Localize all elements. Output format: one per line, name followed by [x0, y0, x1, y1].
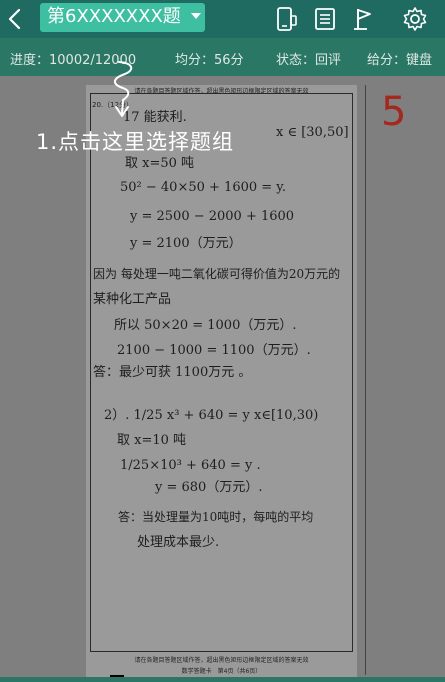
answer-line: 某种化工产品: [93, 292, 172, 307]
input-mode-text: 给分：键盘: [367, 53, 433, 68]
answer-line: 50² − 40×50 + 1600 = y.: [120, 180, 287, 195]
answer-line: 所以 50×20 = 1000（万元）.: [114, 318, 297, 333]
caret-down-icon: [191, 13, 201, 19]
page-label: 数学答题卡 第4页（共6页）: [181, 668, 262, 675]
marking-state-text: 状态：回评: [276, 53, 342, 68]
document-icon: [315, 8, 335, 30]
bottom-bar: [0, 677, 445, 682]
question-selector-label: 第6XXXXXXX题: [47, 6, 181, 27]
question-selector-dropdown[interactable]: 第6XXXXXXX题: [40, 3, 205, 32]
answer-line: 因为 每处理一吨二氧化碳可得价值为20万元的: [93, 267, 341, 281]
chevron-left-icon: [8, 8, 21, 30]
answer-line: 答：当处理量为10吨时，每吨的平均: [118, 510, 314, 524]
answer-line: 处理成本最少.: [137, 535, 220, 550]
document-button[interactable]: [311, 5, 339, 33]
average-score-text: 均分：56分: [175, 53, 244, 68]
answer-line: 取 x=50 吨: [125, 156, 195, 171]
score-divider: [365, 85, 366, 675]
answer-line: y = 2500 − 2000 + 1600: [130, 209, 295, 224]
score-value: 5: [381, 89, 407, 135]
top-bar: 第6XXXXXXX题: [0, 0, 445, 38]
answer-line: y = 2100（万元）: [130, 236, 242, 251]
status-bar: 进度：10002/12000 均分：56分 状态：回评 给分：键盘: [0, 38, 445, 76]
answer-line: 答：最少可获 1100万元 。: [93, 365, 252, 380]
gear-icon: [403, 7, 427, 31]
phone-icon: [277, 7, 297, 31]
answer-line: 2100 − 1000 = 1100（万元）.: [117, 343, 311, 358]
answer-line: y = 680（万元）.: [155, 480, 263, 495]
flag-icon: [354, 9, 371, 30]
phone-mode-button[interactable]: [272, 5, 300, 33]
question-group-hint: 1.点击这里选择题组: [36, 130, 235, 154]
flag-button[interactable]: [349, 5, 377, 33]
answer-line: x ∈ [30,50]: [276, 125, 349, 140]
settings-button[interactable]: [401, 5, 429, 33]
answer-line: 1/25×10³ + 640 = y .: [120, 458, 261, 473]
hint-arrow-icon: [114, 61, 133, 117]
back-button[interactable]: [2, 3, 30, 35]
answer-line: 取 x=10 吨: [117, 433, 187, 448]
answer-line: 2）. 1/25 x³ + 640 = y x∈[10,30): [104, 408, 319, 423]
answer-sheet-footer-notice: 请在各题目答题区域作答，超出黑色矩形边框限定区域的答案无效: [134, 657, 309, 664]
